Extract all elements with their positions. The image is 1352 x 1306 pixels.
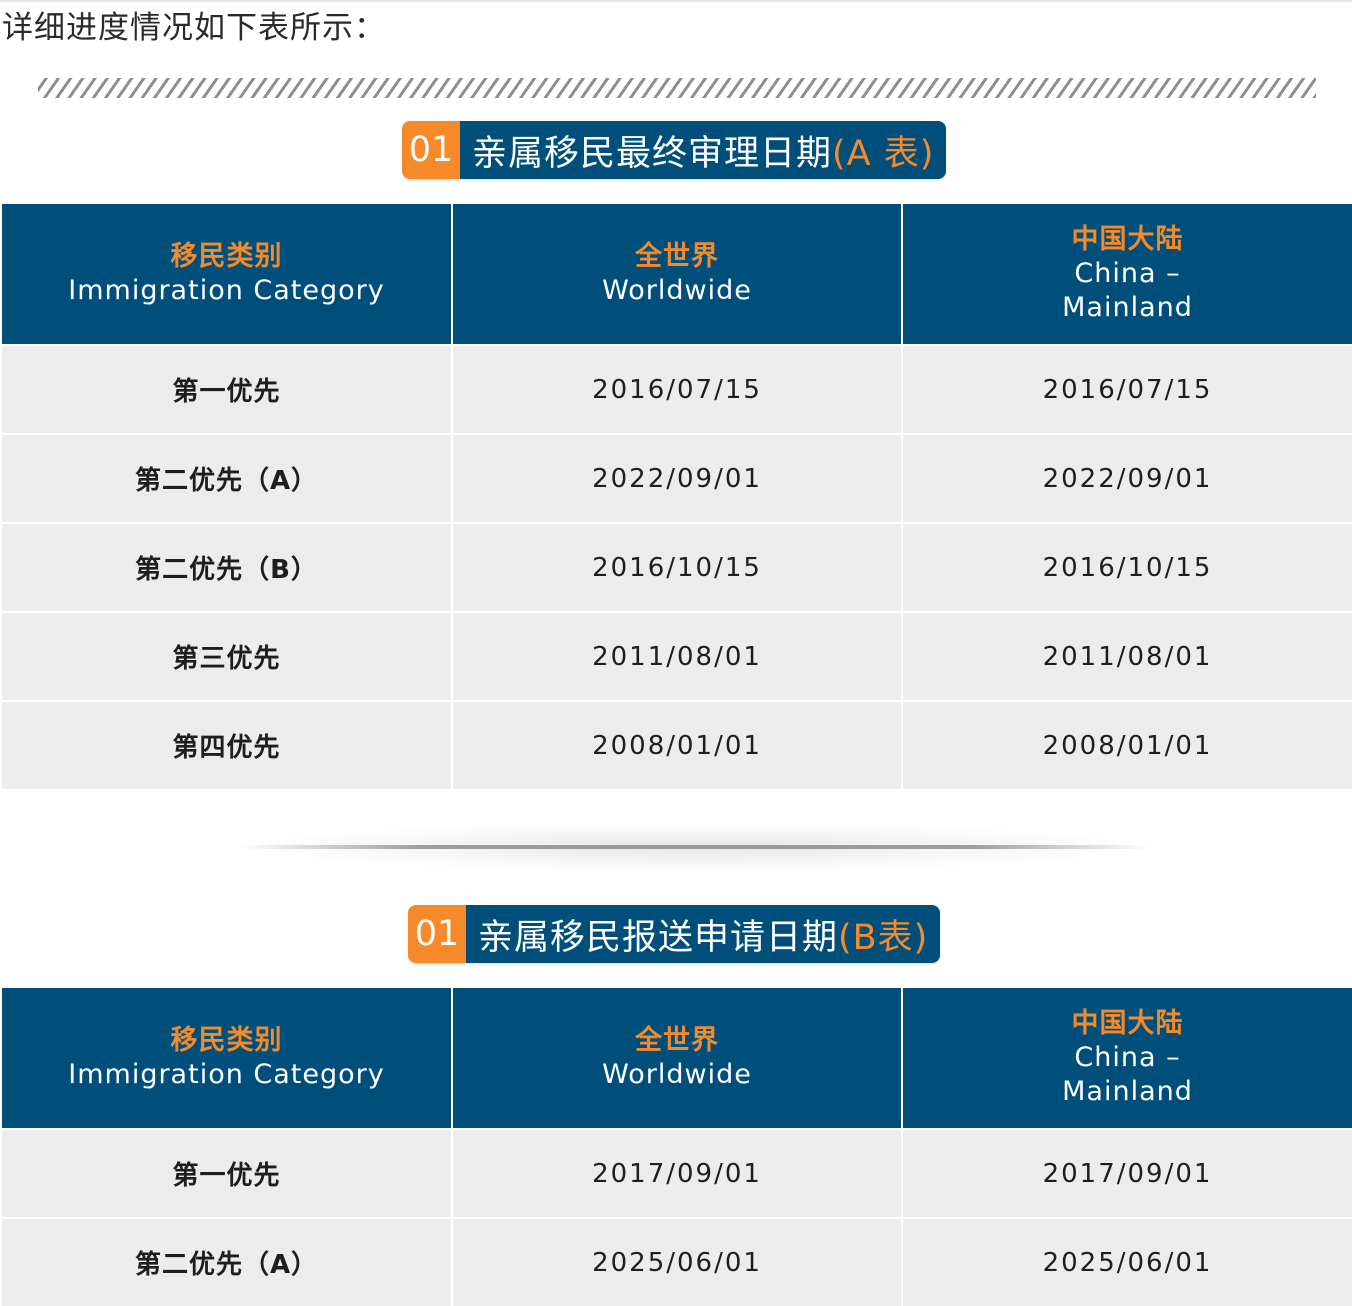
header-china: 中国大陆 China – Mainland	[901, 988, 1352, 1129]
category-cell: 第一优先	[2, 344, 452, 434]
header-category: 移民类别 Immigration Category	[2, 988, 452, 1129]
table-row: 第一优先 2017/09/01 2017/09/01	[2, 1128, 1352, 1218]
china-cell: 2011/08/01	[901, 611, 1352, 701]
header-zh: 中国大陆	[1071, 224, 1184, 255]
table-row: 第二优先（A） 2025/06/01 2025/06/01	[2, 1217, 1352, 1306]
badge-suffix: (B表)	[838, 917, 929, 958]
category-cell: 第二优先（B）	[2, 522, 452, 612]
china-cell: 2008/01/01	[901, 700, 1352, 789]
header-zh: 移民类别	[170, 241, 283, 272]
category-cell: 第四优先	[2, 700, 452, 789]
intro-text: 详细进度情况如下表所示：	[2, 10, 386, 46]
badge-title: 亲属移民最终审理日期 (A 表)	[460, 121, 947, 179]
header-zh: 全世界	[635, 1025, 719, 1056]
header-zh: 移民类别	[170, 1025, 283, 1056]
china-cell: 2017/09/01	[901, 1128, 1352, 1218]
worldwide-cell: 2025/06/01	[451, 1217, 902, 1306]
badge-title-text: 亲属移民最终审理日期	[472, 133, 833, 174]
header-worldwide: 全世界 Worldwide	[451, 988, 902, 1129]
header-en: Worldwide	[602, 275, 752, 306]
table-header-row: 移民类别 Immigration Category 全世界 Worldwide 中国…	[2, 988, 1352, 1129]
header-worldwide: 全世界 Worldwide	[451, 204, 902, 345]
worldwide-cell: 2008/01/01	[451, 700, 902, 789]
table-row: 第四优先 2008/01/01 2008/01/01	[2, 700, 1352, 789]
table-row: 第三优先 2011/08/01 2011/08/01	[2, 611, 1352, 701]
header-en: Worldwide	[602, 1059, 752, 1090]
header-zh: 全世界	[635, 241, 719, 272]
final-action-table: 移民类别 Immigration Category 全世界 Worldwide 中国…	[2, 204, 1352, 789]
worldwide-cell: 2022/09/01	[451, 433, 902, 523]
badge-number: 01	[408, 905, 466, 963]
category-cell: 第一优先	[2, 1128, 452, 1218]
badge-title-text: 亲属移民报送申请日期	[478, 917, 839, 958]
shadow-divider	[240, 822, 1150, 872]
table-header-row: 移民类别 Immigration Category 全世界 Worldwide 中国…	[2, 204, 1352, 345]
header-en: Immigration Category	[68, 275, 385, 306]
section-badge-b: 01 亲属移民报送申请日期 (B表)	[408, 905, 941, 963]
section-badge-a: 01 亲属移民最终审理日期 (A 表)	[402, 121, 947, 179]
china-cell: 2022/09/01	[901, 433, 1352, 523]
table-row: 第二优先（A） 2022/09/01 2022/09/01	[2, 433, 1352, 523]
header-zh: 中国大陆	[1071, 1008, 1184, 1039]
china-cell: 2016/10/15	[901, 522, 1352, 612]
worldwide-cell: 2011/08/01	[451, 611, 902, 701]
header-en: China – Mainland	[1062, 258, 1193, 323]
table-row: 第一优先 2016/07/15 2016/07/15	[2, 344, 1352, 434]
header-en: Immigration Category	[68, 1059, 385, 1090]
category-cell: 第二优先（A）	[2, 433, 452, 523]
top-divider	[0, 0, 1352, 2]
badge-number: 01	[402, 121, 460, 179]
header-china: 中国大陆 China – Mainland	[901, 204, 1352, 345]
hatched-divider	[38, 78, 1316, 98]
category-cell: 第二优先（A）	[2, 1217, 452, 1306]
worldwide-cell: 2017/09/01	[451, 1128, 902, 1218]
category-cell: 第三优先	[2, 611, 452, 701]
badge-title: 亲属移民报送申请日期 (B表)	[466, 905, 941, 963]
header-category: 移民类别 Immigration Category	[2, 204, 452, 345]
worldwide-cell: 2016/10/15	[451, 522, 902, 612]
badge-suffix: (A 表)	[832, 133, 935, 174]
worldwide-cell: 2016/07/15	[451, 344, 902, 434]
table-row: 第二优先（B） 2016/10/15 2016/10/15	[2, 522, 1352, 612]
dates-for-filing-table: 移民类别 Immigration Category 全世界 Worldwide 中国…	[2, 988, 1352, 1306]
header-en: China – Mainland	[1062, 1042, 1193, 1107]
china-cell: 2016/07/15	[901, 344, 1352, 434]
china-cell: 2025/06/01	[901, 1217, 1352, 1306]
